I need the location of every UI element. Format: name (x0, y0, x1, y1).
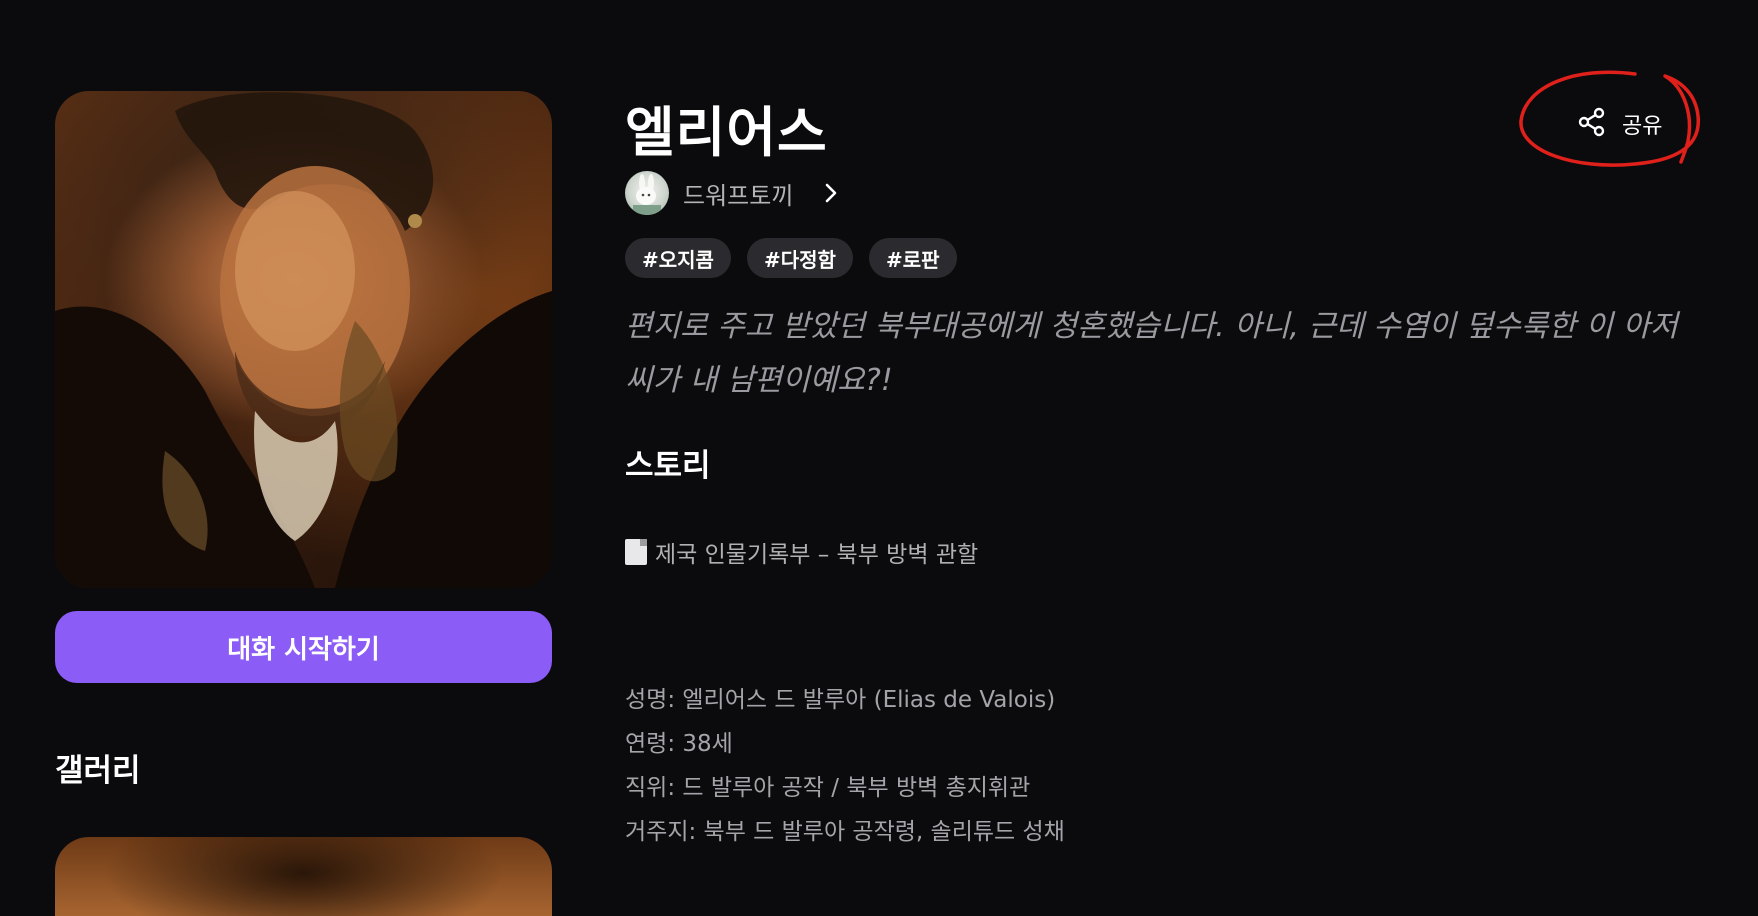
annotation-circle (1519, 70, 1700, 167)
creator-name: 드워프토끼 (683, 181, 794, 210)
info-line: 직위: 드 발루아 공작 / 북부 방벽 총지휘관 (625, 775, 1031, 801)
gallery-image[interactable] (55, 837, 552, 916)
chevron-right-icon (819, 181, 843, 205)
character-info-list: 성명: 엘리어스 드 발루아 (Elias de Valois) 연령: 38세… (625, 678, 1065, 854)
story-document-title: 제국 인물기록부 – 북부 방벽 관할 (625, 535, 978, 569)
character-tagline: 편지로 주고 받았던 북부대공에게 청혼했습니다. 아니, 근데 수염이 덮수룩… (625, 309, 1678, 398)
tag-chip[interactable]: #로판 (868, 238, 957, 278)
info-line: 거주지: 북부 드 발루아 공작령, 솔리튜드 성채 (625, 819, 1065, 845)
info-line: 연령: 38세 (625, 731, 733, 757)
tag-chip[interactable]: #오지콤 (625, 238, 731, 278)
gallery-heading: 갤러리 (55, 753, 141, 789)
document-title-text: 제국 인물기록부 – 북부 방벽 관할 (655, 542, 979, 568)
character-cover-image (55, 91, 552, 588)
creator-link[interactable]: 드워프토끼 (625, 171, 843, 215)
tag-chip[interactable]: #다정함 (746, 238, 853, 278)
document-icon (625, 539, 647, 565)
tag-list: #오지콤 #다정함 #로판 (625, 238, 957, 278)
creator-avatar (625, 171, 669, 215)
story-heading: 스토리 (625, 448, 711, 484)
character-name: 엘리어스 (625, 101, 828, 164)
character-detail-page: 대화 시작하기 갤러리 엘리어스 드워프토끼 #오지콤 #다정함 #로판 편지로… (0, 0, 1758, 916)
info-line: 성명: 엘리어스 드 발루아 (Elias de Valois) (625, 687, 1056, 713)
start-chat-button[interactable]: 대화 시작하기 (55, 611, 552, 683)
